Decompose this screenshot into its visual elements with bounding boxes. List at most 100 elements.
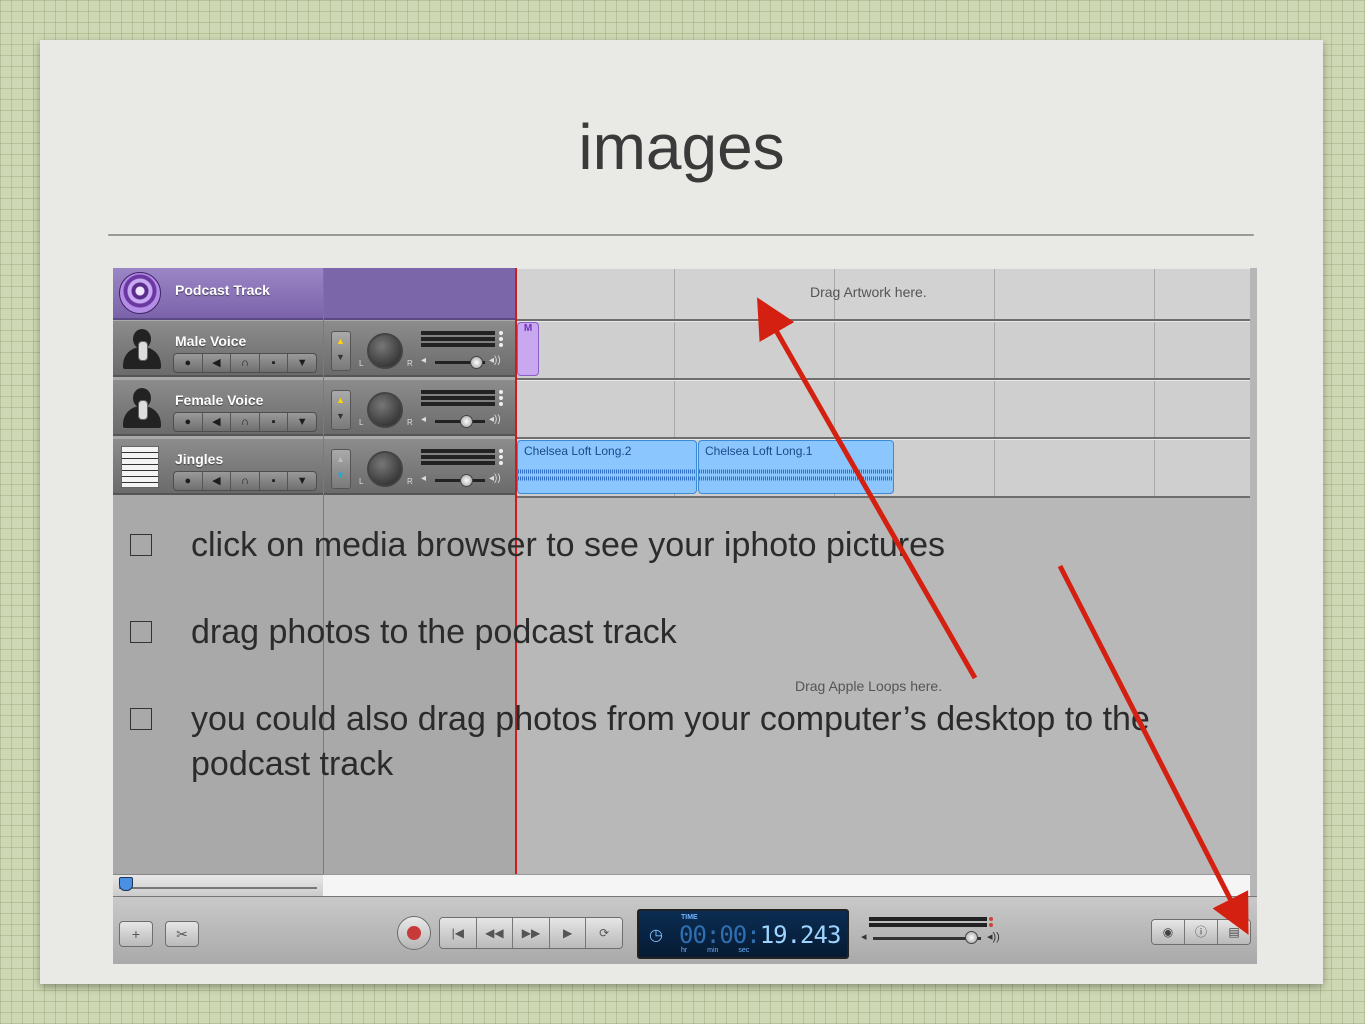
mute-icon[interactable]: ◀ bbox=[203, 413, 232, 431]
record-enable-icon[interactable]: ● bbox=[174, 472, 203, 490]
waveform bbox=[518, 461, 696, 489]
track-arrows-icon[interactable]: ▲ ▼ bbox=[331, 331, 351, 371]
slide-title: images bbox=[578, 111, 785, 183]
volume-high-icon: ◂)) bbox=[489, 355, 501, 366]
pan-knob[interactable] bbox=[367, 333, 403, 369]
track-buttons: ● ◀ ∩ ▪ ▼ bbox=[173, 471, 317, 491]
pan-left-label: L bbox=[359, 477, 364, 486]
track-arrows-icon[interactable]: ▲ ▼ bbox=[331, 390, 351, 430]
add-track-button[interactable]: + bbox=[119, 921, 153, 947]
track-buttons: ● ◀ ∩ ▪ ▼ bbox=[173, 412, 317, 432]
clip-indicator bbox=[499, 390, 503, 394]
lcd-digits-lit: 19.243 bbox=[759, 921, 842, 949]
master-volume-high-icon: ◂)) bbox=[987, 931, 1000, 943]
pan-left-label: L bbox=[359, 359, 364, 368]
volume-high-icon: ◂)) bbox=[489, 473, 501, 484]
female-voice-icon bbox=[119, 386, 165, 430]
volume-low-icon: ◂ bbox=[421, 473, 427, 484]
male-voice-icon bbox=[119, 327, 165, 371]
track-header-jingles[interactable]: Jingles ● ◀ ∩ ▪ ▼ ▲ ▼ L R ◂ ◂)) bbox=[113, 439, 515, 495]
lock-icon[interactable]: ▪ bbox=[260, 472, 289, 490]
master-level-meter bbox=[869, 917, 987, 921]
male-voice-lane[interactable] bbox=[515, 321, 1250, 380]
disclosure-triangle-icon[interactable]: ▼ bbox=[288, 354, 316, 372]
record-enable-icon[interactable]: ● bbox=[174, 413, 203, 431]
headphones-icon[interactable]: ∩ bbox=[231, 354, 260, 372]
audio-region[interactable]: Chelsea Loft Long.2 bbox=[517, 440, 697, 494]
info-icon[interactable]: ⓘ bbox=[1185, 920, 1218, 944]
lock-icon[interactable]: ▪ bbox=[260, 354, 289, 372]
headphones-icon[interactable]: ∩ bbox=[231, 472, 260, 490]
pan-right-label: R bbox=[407, 477, 413, 486]
cycle-icon[interactable]: ⟳ bbox=[586, 918, 622, 948]
zoom-track bbox=[119, 887, 317, 889]
slide: images Podcast Track Male Voice ● ◀ ∩ ▪ … bbox=[40, 40, 1323, 984]
podcast-icon bbox=[119, 272, 161, 314]
audio-region[interactable]: Chelsea Loft Long.1 bbox=[698, 440, 894, 494]
browser-buttons: ◉ ⓘ ▤ bbox=[1151, 919, 1251, 945]
plus-icon: + bbox=[131, 926, 141, 942]
lcd-time: 00:00:19.243 bbox=[679, 921, 842, 949]
volume-knob[interactable] bbox=[470, 356, 483, 369]
sheet-music-icon bbox=[121, 446, 159, 488]
pan-knob[interactable] bbox=[367, 392, 403, 428]
pan-right-label: R bbox=[407, 359, 413, 368]
master-volume-low-icon: ◂ bbox=[861, 931, 867, 943]
track-header-female-voice[interactable]: Female Voice ● ◀ ∩ ▪ ▼ ▲ ▼ L R ◂ ◂)) bbox=[113, 380, 515, 436]
media-browser-icon[interactable]: ▤ bbox=[1218, 920, 1250, 944]
volume-high-icon: ◂)) bbox=[489, 414, 501, 425]
fast-forward-icon[interactable]: ▶▶ bbox=[513, 918, 550, 948]
track-buttons: ● ◀ ∩ ▪ ▼ bbox=[173, 353, 317, 373]
zoom-knob[interactable] bbox=[119, 877, 133, 891]
disclosure-triangle-icon[interactable]: ▼ bbox=[288, 472, 316, 490]
disclosure-triangle-icon[interactable]: ▼ bbox=[288, 413, 316, 431]
female-voice-lane[interactable] bbox=[515, 380, 1250, 439]
marker-region[interactable]: M bbox=[517, 322, 539, 376]
volume-knob[interactable] bbox=[460, 474, 473, 487]
level-meter bbox=[421, 390, 495, 394]
track-name: Podcast Track bbox=[175, 282, 270, 298]
master-volume-knob[interactable] bbox=[965, 931, 979, 944]
lcd-time-label: TIME bbox=[681, 914, 698, 921]
scissors-icon: ✂ bbox=[176, 926, 188, 942]
level-meter bbox=[421, 449, 495, 453]
pan-left-label: L bbox=[359, 418, 364, 427]
title-divider bbox=[108, 234, 1254, 236]
lock-icon[interactable]: ▪ bbox=[260, 413, 289, 431]
track-name: Female Voice bbox=[175, 392, 264, 408]
drag-loops-hint: Drag Apple Loops here. bbox=[795, 678, 943, 694]
bullet-text: drag photos to the podcast track bbox=[191, 613, 677, 651]
region-name: Chelsea Loft Long.1 bbox=[705, 444, 813, 458]
drag-artwork-hint: Drag Artwork here. bbox=[810, 284, 927, 300]
rewind-icon[interactable]: ◀◀ bbox=[476, 918, 514, 948]
record-button[interactable] bbox=[397, 916, 431, 950]
podcast-lane[interactable]: Drag Artwork here. bbox=[515, 268, 1250, 321]
master-clip-indicator bbox=[989, 917, 993, 921]
volume-knob[interactable] bbox=[460, 415, 473, 428]
clip-indicator bbox=[499, 449, 503, 453]
track-name: Jingles bbox=[175, 451, 224, 467]
zoom-slider[interactable] bbox=[113, 874, 323, 897]
headphones-icon[interactable]: ∩ bbox=[231, 413, 260, 431]
checkbox-icon bbox=[130, 534, 152, 556]
mute-icon[interactable]: ◀ bbox=[203, 472, 232, 490]
track-arrows-icon[interactable]: ▲ ▼ bbox=[331, 449, 351, 489]
checkbox-icon bbox=[130, 621, 152, 643]
bullet-text: click on media browser to see your iphot… bbox=[191, 526, 946, 564]
record-enable-icon[interactable]: ● bbox=[174, 354, 203, 372]
eye-icon[interactable]: ◉ bbox=[1152, 920, 1185, 944]
track-header-male-voice[interactable]: Male Voice ● ◀ ∩ ▪ ▼ ▲ ▼ L R ◂ ◂)) bbox=[113, 321, 515, 377]
mute-icon[interactable]: ◀ bbox=[203, 354, 232, 372]
volume-low-icon: ◂ bbox=[421, 355, 427, 366]
clock-icon: ◷ bbox=[649, 927, 663, 944]
track-header-podcast[interactable]: Podcast Track bbox=[113, 268, 515, 320]
lcd-display[interactable]: TIME ◷ 00:00:19.243 hr min sec bbox=[637, 909, 849, 959]
pan-knob[interactable] bbox=[367, 451, 403, 487]
lcd-units: hr min sec bbox=[681, 947, 750, 954]
play-icon[interactable]: ▶ bbox=[549, 918, 587, 948]
lcd-digits-dim: 00:00: bbox=[679, 921, 761, 949]
clip-indicator bbox=[499, 331, 503, 335]
header-divider bbox=[323, 268, 324, 896]
go-to-beginning-icon[interactable]: |◀ bbox=[440, 918, 477, 948]
editor-button[interactable]: ✂ bbox=[165, 921, 199, 947]
